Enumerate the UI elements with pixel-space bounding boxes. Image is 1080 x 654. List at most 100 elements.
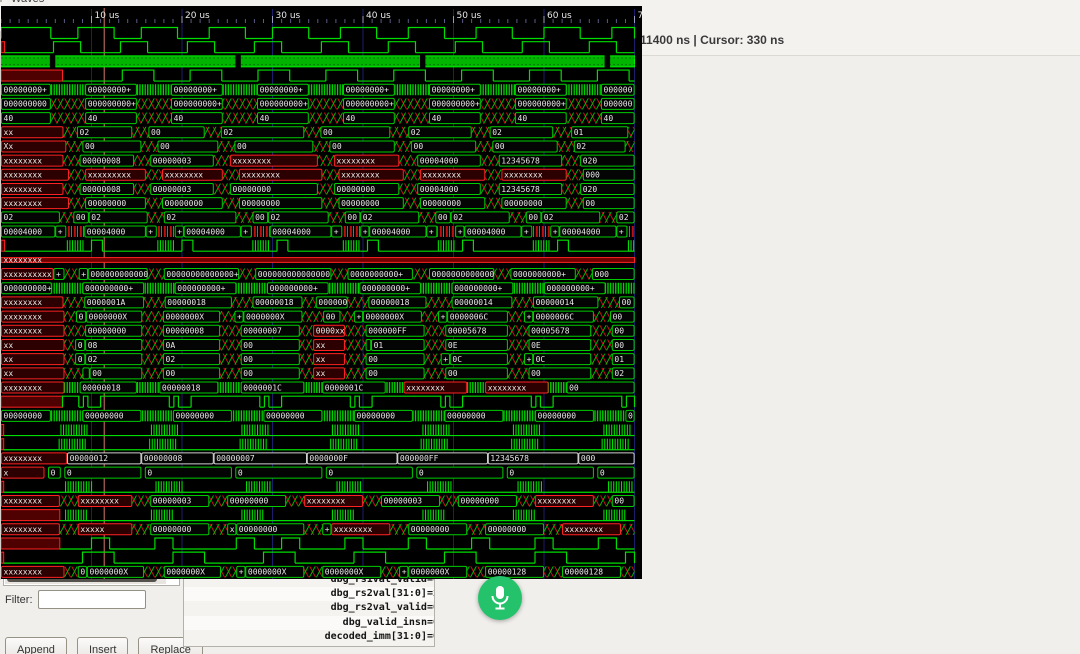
- svg-text:60 us: 60 us: [547, 11, 572, 21]
- wave-row-dbg_insn_imm[interactable]: xxxxxxxx 0 0000000X 0000000X +0000000X 00 +000…: [1, 310, 635, 323]
- svg-text:0000000X: 0000000X: [325, 568, 364, 577]
- wave-row-decoded_imm[interactable]: xxxxxxxx 0 0000000X 0000000X +0000000X 000000…: [1, 565, 635, 578]
- wave-row-dbg_mem_wstrb[interactable]: x 0 0 0 0 0 0 0 0: [1, 466, 635, 479]
- svg-text:0: 0: [147, 468, 152, 477]
- svg-text:00000000: 00000000: [230, 497, 269, 506]
- svg-text:00000018: 00000018: [371, 298, 410, 307]
- wave-row-cpuregs_raddr2[interactable]: Xx 00 00 00 00 00 00 02: [1, 140, 635, 153]
- svg-text:xxxxxxxx: xxxxxxxx: [4, 298, 43, 307]
- svg-text:00000000: 00000000: [447, 412, 486, 421]
- signal-label-dbg_valid_insn[interactable]: dbg_valid_insn=0: [184, 615, 434, 630]
- wave-row-count_cycle[interactable]: 00000000+ 00000000+ 00000000+ 00000000+ 0000…: [1, 83, 635, 96]
- wave-row-cpu_state[interactable]: 40 40 40 40 40 40 40 40: [1, 112, 635, 125]
- svg-text:00: 00: [495, 142, 505, 151]
- microphone-button[interactable]: [478, 576, 522, 620]
- insert-button[interactable]: Insert: [76, 637, 129, 654]
- wave-row-dbg_ascii_instr[interactable]: xxxxxxxxxx + +000000000000 00000000000000+ 0…: [1, 268, 635, 281]
- svg-text:02: 02: [453, 213, 463, 222]
- svg-text:40: 40: [604, 114, 614, 123]
- wave-row-cpuregs_wrdata[interactable]: 00004000 +00004000 + +00004000 +00004000 + +00…: [1, 225, 635, 238]
- svg-text:00: 00: [237, 142, 247, 151]
- wave-row-dbg_rs1val[interactable]: xxxxxxxx xxxxxxxx 00000003 00000000 xxxxxxxx…: [1, 494, 635, 507]
- wave-row-cpuregs_rs2[interactable]: xxxxxxxx 00000000 00000000 00000000 00000000…: [1, 197, 635, 210]
- svg-text:00004000: 00004000: [562, 227, 601, 236]
- svg-text:+: +: [56, 270, 61, 279]
- svg-text:00000000+: 00000000+: [432, 86, 476, 95]
- svg-text:00000003: 00000003: [153, 497, 192, 506]
- svg-text:000: 000: [581, 454, 596, 463]
- filter-input[interactable]: [37, 590, 146, 609]
- svg-text:000000: 000000: [604, 86, 633, 95]
- svg-text:xxxxxxxx: xxxxxxxx: [4, 454, 43, 463]
- wave-row-cpuregs_raddr1[interactable]: xx 02 00 02 00 02 02 01: [1, 126, 635, 139]
- wave-row-cpuregs_rs1[interactable]: xxxxxxxx 00000008 00000003 00000000 00000000…: [1, 182, 635, 195]
- svg-text:000000000+: 000000000+: [260, 100, 308, 109]
- wave-row-dbg_mem_rdata[interactable]: 00000000 00000000 00000000 00000000 00000000…: [1, 409, 635, 422]
- wave-row-dbg_insn_rd[interactable]: xx 0 08 0A 00 xx 01 0E 0E 00: [1, 338, 635, 351]
- svg-text:000000000: 000000000: [4, 100, 48, 109]
- svg-text:+: +: [177, 227, 182, 236]
- wave-row-dbg_insn_opcode[interactable]: xxxxxxxx 00000000 00000008 00000007 0000xx 00…: [1, 324, 635, 337]
- svg-text:00: 00: [326, 312, 336, 321]
- signal-label-dbg_rs2val[31:0][interactable]: dbg_rs2val[31:0]=x: [184, 587, 434, 602]
- append-button[interactable]: Append: [5, 637, 67, 654]
- wave-row-cpuregs_rdata1[interactable]: xxxxxxxx 00000008 00000003 xxxxxxxx xxxxxxxx…: [1, 154, 635, 167]
- svg-text:02: 02: [88, 355, 98, 364]
- svg-text:00000007: 00000007: [216, 454, 255, 463]
- waves-vertical-scrollbar[interactable]: [0, 31, 1, 580]
- svg-text:0000000X: 0000000X: [166, 312, 205, 321]
- svg-text:00: 00: [528, 213, 538, 222]
- svg-text:00004000: 00004000: [4, 227, 43, 236]
- signal-label-decoded_imm[31:0][interactable]: decoded_imm[31:0]=0: [184, 630, 434, 644]
- wave-row-cpuregs_waddr[interactable]: 02 00 02 02 00 02 00 02 00 02 00 02 02: [1, 211, 635, 224]
- svg-text:0: 0: [628, 412, 633, 421]
- wave-row-dbg_insn_rs1[interactable]: xx 0 02 02 00 xx 00 +0C +0C 01: [1, 353, 635, 366]
- svg-text:xxxxxxxx: xxxxxxxx: [341, 171, 380, 180]
- svg-text:01: 01: [574, 128, 584, 137]
- svg-text:00000000: 00000000: [85, 412, 124, 421]
- svg-text:+: +: [443, 355, 448, 364]
- wave-row-dbg_ascii_state[interactable]: 000000000+ 000000000+ 000000000+ 000000000+…: [1, 282, 635, 295]
- svg-text:0000000X: 0000000X: [89, 312, 128, 321]
- svg-text:40 us: 40 us: [366, 11, 391, 21]
- svg-text:00000000+: 00000000+: [518, 86, 562, 95]
- svg-text:0: 0: [509, 468, 514, 477]
- svg-text:40: 40: [260, 114, 270, 123]
- svg-text:000000000+: 000000000+: [518, 100, 566, 109]
- wave-row-clk[interactable]: [1, 54, 635, 68]
- svg-text:00004000: 00004000: [272, 227, 311, 236]
- svg-text:00: 00: [414, 142, 424, 151]
- wave-row-count_instr[interactable]: 000000000 000000000+ 000000000+ 000000000+ 0…: [1, 97, 635, 110]
- wave-row-dbg_insn_addr[interactable]: xxxxxxxx 0000001A 00000018 00000018 000000 00…: [1, 296, 635, 309]
- svg-text:00000018: 00000018: [255, 298, 294, 307]
- svg-text:00000000: 00000000: [488, 525, 527, 534]
- wave-row-dbg_mem_addr[interactable]: xxxxxxxx 00000018 00000018 0000001C 0000001C…: [1, 381, 635, 394]
- svg-text:xxxxxxxx: xxxxxxxx: [4, 525, 43, 534]
- signal-label-dbg_rs2val_valid[interactable]: dbg_rs2val_valid=0: [184, 601, 434, 615]
- svg-text:xxxxxxxx: xxxxxxxx: [165, 171, 204, 180]
- svg-text:000000000+: 000000000+: [346, 100, 394, 109]
- svg-text:40: 40: [346, 114, 356, 123]
- gtkwave-window: FileEditSearchTimeMarkersViewHelp ✂+−↩⇤⇥…: [0, 0, 1080, 654]
- svg-text:xxxxxxxx: xxxxxxxx: [334, 525, 373, 534]
- svg-text:000000000000: 000000000000: [90, 270, 148, 279]
- action-buttons: Append Insert Replace: [5, 637, 203, 654]
- wave-row-dbg_insn_rs2[interactable]: xx 00 00 00 xx 00 00 00 02: [1, 367, 635, 380]
- svg-text:00000000: 00000000: [88, 327, 127, 336]
- svg-text:0: 0: [67, 468, 72, 477]
- wave-row-cpuregs_rdata2[interactable]: xxxxxxxx xxxxxxxxx xxxxxxxx xxxxxxxx xxxxxxx…: [1, 168, 635, 181]
- svg-text:0: 0: [328, 468, 333, 477]
- svg-text:xxxxxxxx: xxxxxxxx: [565, 525, 604, 534]
- wave-row-dbg_mem_wdata[interactable]: xxxxxxxx 00000012 00000008 00000007 0000000F…: [1, 452, 635, 465]
- svg-text:00: 00: [92, 369, 102, 378]
- svg-text:xxxxxxxxxx: xxxxxxxxxx: [4, 270, 52, 279]
- svg-text:00000000+: 00000000+: [174, 86, 218, 95]
- svg-text:00000000: 00000000: [337, 185, 376, 194]
- svg-text:xxxxxxxx: xxxxxxxx: [4, 156, 43, 165]
- svg-text:00000008: 00000008: [82, 156, 121, 165]
- svg-text:00000000: 00000000: [357, 412, 396, 421]
- svg-text:000000FF: 000000FF: [368, 327, 407, 336]
- wave-row-dbg_rs2val[interactable]: xxxxxxxx xxxxx 00000000 x 00000000 + xxxxxxxx 0…: [1, 523, 635, 536]
- svg-text:xxxxxxxx: xxxxxxxx: [4, 383, 43, 392]
- svg-text:00000018: 00000018: [82, 383, 121, 392]
